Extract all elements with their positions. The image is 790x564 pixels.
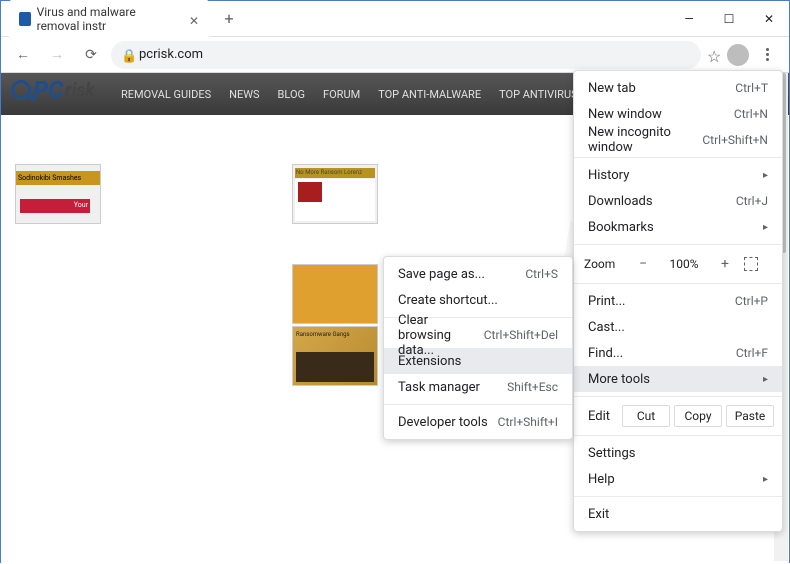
edit-paste-button[interactable]: Paste [726,405,774,427]
nav-anti-malware[interactable]: TOP ANTI-MALWARE [378,88,481,101]
edit-copy-button[interactable]: Copy [674,405,722,427]
nav-forum[interactable]: FORUM [323,88,360,101]
submenu-dev-tools[interactable]: Developer toolsCtrl+Shift+I [384,409,572,435]
titlebar: Virus and malware removal instr ✕ + — ☐ … [1,1,789,37]
menu-downloads[interactable]: DownloadsCtrl+J [574,188,782,214]
chrome-main-menu: New tabCtrl+T New windowCtrl+N New incog… [573,70,783,532]
bookmark-star-icon[interactable]: ☆ [707,47,723,63]
edit-cut-button[interactable]: Cut [622,405,670,427]
menu-new-window[interactable]: New windowCtrl+N [574,101,782,127]
chrome-menu-button[interactable] [753,41,781,69]
nav-removal-guides[interactable]: REMOVAL GUIDES [121,88,211,101]
lock-icon: 🔒 [121,49,133,61]
more-tools-submenu: Save page as...Ctrl+S Create shortcut...… [383,256,573,440]
close-button[interactable]: ✕ [749,1,789,37]
toolbar: ← → ⟳ 🔒 pcrisk.com ☆ [1,37,789,73]
minimize-button[interactable]: — [669,1,709,37]
tab-title: Virus and malware removal instr [37,5,179,33]
submenu-create-shortcut[interactable]: Create shortcut... [384,287,572,313]
nav-news[interactable]: NEWS [229,88,259,101]
menu-cast[interactable]: Cast... [574,314,782,340]
magnifier-icon [11,80,31,100]
menu-help[interactable]: Help▸ [574,466,782,492]
menu-settings[interactable]: Settings [574,440,782,466]
article-thumbnail[interactable]: Ransomware Gangs [292,326,378,386]
menu-zoom: Zoom − 100% + [574,249,782,279]
nav-blog[interactable]: BLOG [278,88,306,101]
forward-button[interactable]: → [43,41,71,69]
fullscreen-icon[interactable] [744,257,758,271]
close-tab-icon[interactable]: ✕ [189,14,199,24]
menu-find[interactable]: Find...Ctrl+F [574,340,782,366]
menu-more-tools[interactable]: More tools▸ [574,366,782,392]
chevron-right-icon: ▸ [763,374,768,385]
menu-new-tab[interactable]: New tabCtrl+T [574,75,782,101]
maximize-button[interactable]: ☐ [709,1,749,37]
browser-tab[interactable]: Virus and malware removal instr ✕ [9,0,209,39]
menu-history[interactable]: History▸ [574,162,782,188]
address-bar[interactable]: 🔒 pcrisk.com [111,41,701,69]
url-text: pcrisk.com [139,47,203,62]
profile-avatar[interactable] [727,44,749,66]
menu-edit: Edit Cut Copy Paste [574,401,782,431]
article-thumbnail[interactable] [292,264,378,324]
window-controls: — ☐ ✕ [669,1,789,37]
zoom-value: 100% [662,257,706,271]
article-thumbnail[interactable]: Sodinokibi Smashes Your [15,164,101,224]
site-logo[interactable]: PCrisk [11,76,95,104]
article-thumbnail[interactable]: No More Ransom Lorenz [292,164,378,224]
menu-exit[interactable]: Exit [574,501,782,527]
back-button[interactable]: ← [9,41,37,69]
chevron-right-icon: ▸ [763,474,768,485]
zoom-in-button[interactable]: + [714,256,736,272]
reload-button[interactable]: ⟳ [77,41,105,69]
chevron-right-icon: ▸ [763,222,768,233]
submenu-clear-data[interactable]: Clear browsing data...Ctrl+Shift+Del [384,322,572,348]
submenu-save-page[interactable]: Save page as...Ctrl+S [384,261,572,287]
menu-incognito[interactable]: New incognito windowCtrl+Shift+N [574,127,782,153]
submenu-task-manager[interactable]: Task managerShift+Esc [384,374,572,400]
new-tab-button[interactable]: + [217,7,241,31]
zoom-out-button[interactable]: − [632,256,654,272]
favicon-icon [19,12,31,26]
chevron-right-icon: ▸ [763,170,768,181]
menu-bookmarks[interactable]: Bookmarks▸ [574,214,782,240]
menu-print[interactable]: Print...Ctrl+P [574,288,782,314]
